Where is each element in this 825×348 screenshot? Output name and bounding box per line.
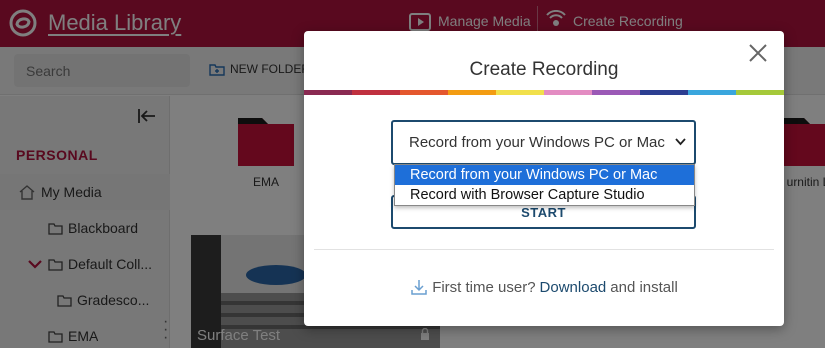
download-prompt: First time user? Download and install <box>304 278 784 296</box>
rainbow-segment <box>592 90 640 95</box>
download-prompt-suffix: and install <box>610 278 678 296</box>
download-link[interactable]: Download <box>540 279 607 296</box>
create-recording-dialog: Create Recording Record from your Window… <box>304 31 784 326</box>
rainbow-segment <box>496 90 544 95</box>
dialog-divider <box>314 249 774 250</box>
rainbow-segment <box>640 90 688 95</box>
recording-method-options: Record from your Windows PC or Mac Recor… <box>394 164 695 206</box>
rainbow-divider <box>304 90 784 95</box>
download-icon <box>411 280 427 295</box>
option-record-browser-capture[interactable]: Record with Browser Capture Studio <box>395 185 694 205</box>
rainbow-segment <box>448 90 496 95</box>
rainbow-segment <box>688 90 736 95</box>
download-prompt-prefix: First time user? <box>432 278 536 296</box>
dialog-title: Create Recording <box>469 59 619 80</box>
rainbow-segment <box>736 90 784 95</box>
rainbow-segment <box>304 90 352 95</box>
select-value: Record from your Windows PC or Mac <box>409 134 665 151</box>
chevron-down-icon <box>675 138 686 146</box>
rainbow-segment <box>544 90 592 95</box>
rainbow-segment <box>352 90 400 95</box>
option-record-windows-mac[interactable]: Record from your Windows PC or Mac <box>395 165 694 185</box>
recording-method-select[interactable]: Record from your Windows PC or Mac <box>391 120 696 165</box>
rainbow-segment <box>400 90 448 95</box>
